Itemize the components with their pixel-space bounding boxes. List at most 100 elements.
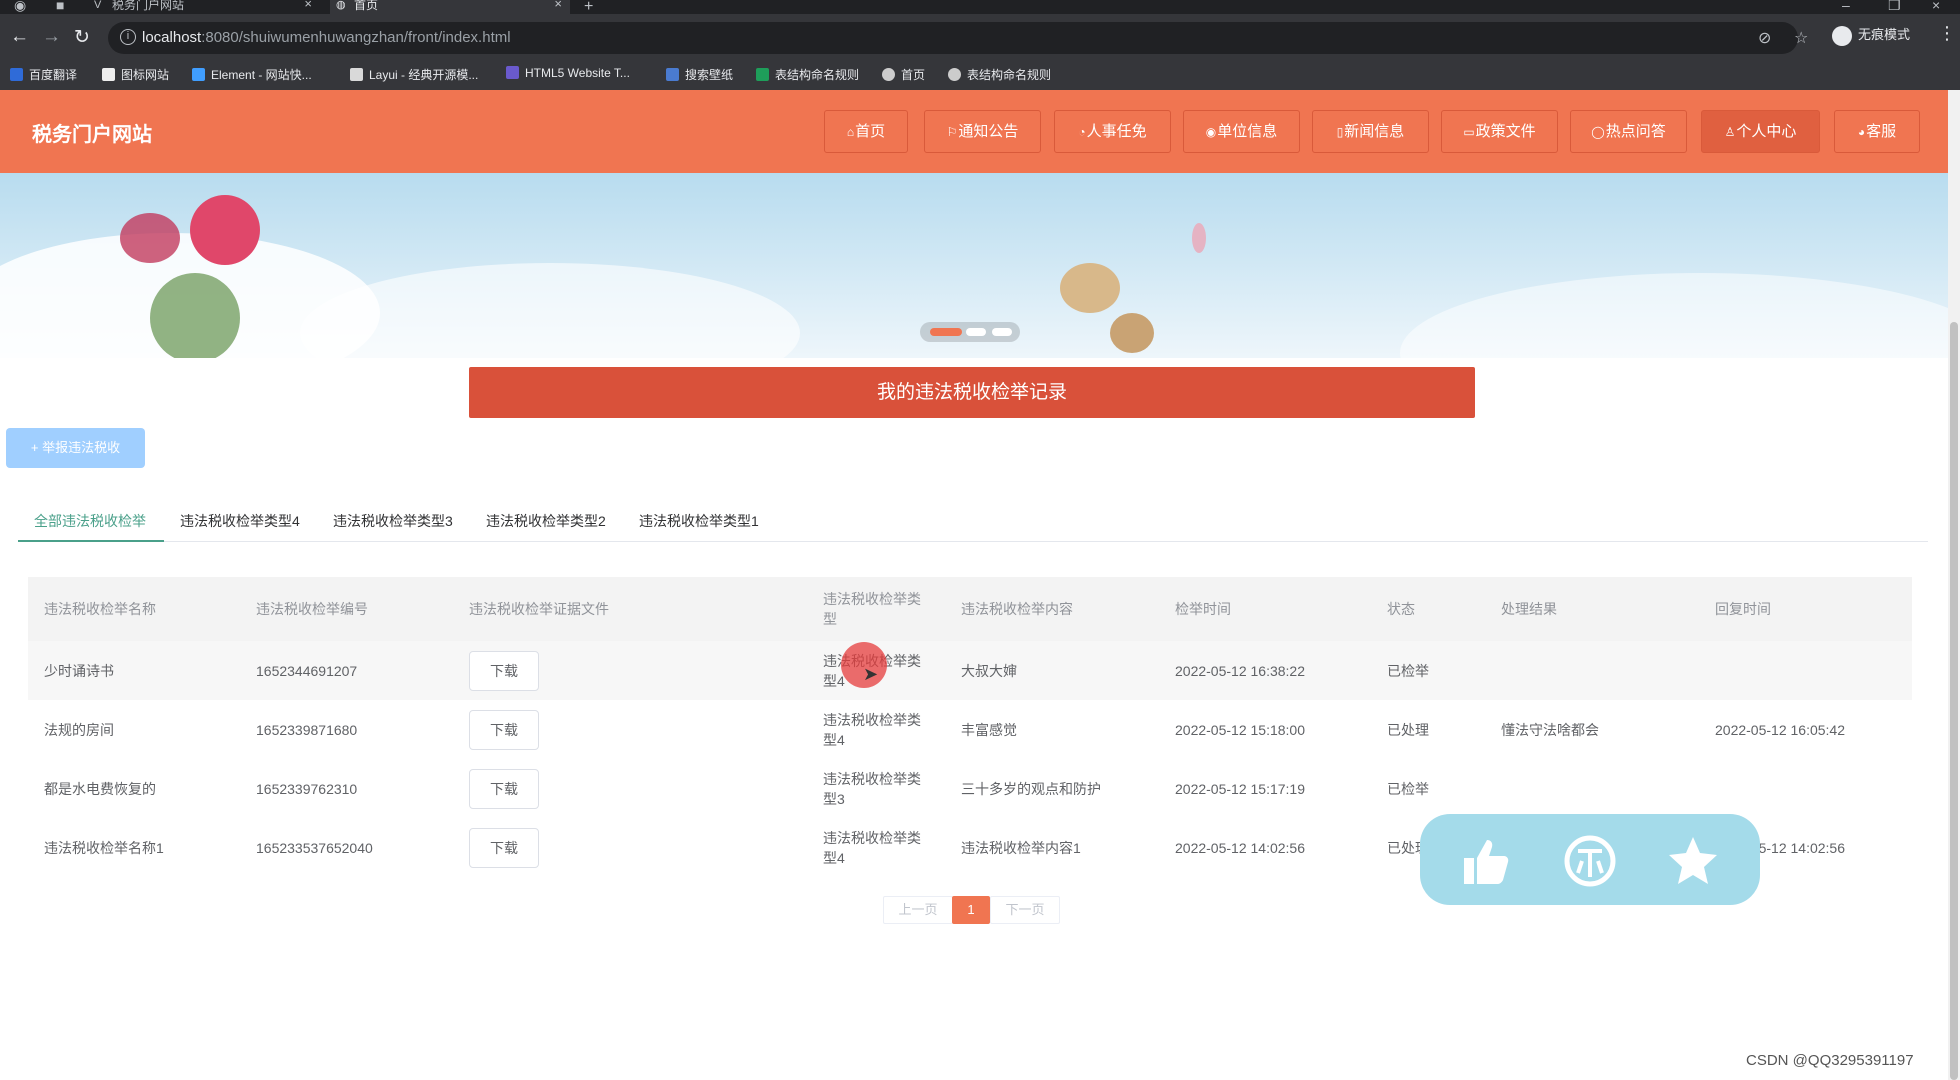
banner-cloud	[300, 263, 800, 358]
download-button[interactable]: 下载	[469, 768, 539, 809]
address-bar[interactable]: i localhost:8080/shuiwumenhuwangzhan/fro…	[108, 22, 1808, 54]
table-header: 违法税收检举名称 违法税收检举编号 违法税收检举证据文件 违法税收检举类型 违法…	[28, 577, 1912, 641]
globe-icon: ◉	[1205, 125, 1217, 139]
reply-time-cell: 2022-05-12 16:05:42	[1715, 721, 1845, 738]
number-cell: 165233537652040	[256, 839, 373, 856]
carousel-dot[interactable]	[930, 328, 962, 336]
globe-icon	[948, 68, 961, 81]
back-icon[interactable]: ←	[10, 26, 29, 48]
thumbs-up-icon[interactable]	[1458, 834, 1512, 888]
download-button[interactable]: 下载	[469, 650, 539, 691]
content-cell: 丰富感觉	[961, 721, 1017, 738]
incognito-indicator[interactable]: 无痕模式	[1832, 24, 1910, 46]
info-icon[interactable]: i	[120, 29, 136, 45]
nav-personnel[interactable]: ◔人事任免	[1054, 110, 1171, 153]
status-cell: 已检举	[1387, 662, 1429, 679]
nav-news[interactable]: ▯新闻信息	[1312, 110, 1429, 153]
tab-label: 首页	[354, 0, 379, 12]
site-header: 税务门户网站 ⌂首页 ⚐通知公告 ◔人事任免 ◉单位信息 ▯新闻信息 ▭政策文件…	[0, 90, 1948, 173]
nav-home[interactable]: ⌂首页	[824, 110, 908, 153]
incognito-icon	[1832, 25, 1852, 46]
scroll-thumb[interactable]	[1950, 322, 1958, 1080]
chrome-icon: ◉	[14, 0, 27, 13]
content-cell: 三十多岁的观点和防护	[961, 780, 1101, 797]
tab-type3[interactable]: 违法税收检举类型3	[333, 505, 453, 542]
person-icon: ♙	[1724, 125, 1736, 139]
bookmark-item[interactable]: 表结构命名规则	[756, 66, 859, 83]
bookmark-item[interactable]: Layui - 经典开源模...	[350, 66, 478, 83]
eye-off-icon[interactable]: ⊘	[1758, 28, 1771, 48]
nav-unit-info[interactable]: ◉单位信息	[1183, 110, 1300, 153]
evidence-cell: 下载	[469, 818, 539, 877]
table-row[interactable]: 法规的房间 1652339871680 下载 违法税收检举类型4 丰富感觉 20…	[28, 700, 1912, 759]
tab-type1[interactable]: 违法税收检举类型1	[639, 505, 759, 542]
nav-qa[interactable]: ◯热点问答	[1570, 110, 1687, 153]
table-row[interactable]: 都是水电费恢复的 1652339762310 下载 违法税收检举类型3 三十多岁…	[28, 759, 1912, 818]
status-cell: 已处理	[1387, 721, 1429, 738]
bookmark-item[interactable]: 搜索壁纸	[666, 66, 733, 83]
bookmark-item[interactable]: HTML5 Website T...	[506, 66, 630, 80]
floating-action-bar	[1420, 814, 1760, 905]
star-icon[interactable]	[1666, 834, 1720, 888]
carousel-dot[interactable]	[992, 328, 1012, 336]
menu-icon[interactable]: ⋮	[1938, 23, 1956, 44]
carousel-dot[interactable]	[966, 328, 986, 336]
header-cell: 违法税收检举证据文件	[469, 601, 609, 617]
number-cell: 1652344691207	[256, 662, 358, 679]
page-scrollbar[interactable]	[1948, 90, 1960, 1080]
user-icon: ◔	[1078, 125, 1086, 139]
bookmark-item[interactable]: Element - 网站快...	[192, 66, 312, 83]
browser-tab-home[interactable]: ◍ 首页 ×	[330, 0, 570, 14]
evidence-cell: 下载	[469, 641, 539, 700]
bookmark-star-icon[interactable]: ☆	[1794, 28, 1808, 48]
tab-type2[interactable]: 违法税收检举类型2	[486, 505, 606, 542]
bookmark-item[interactable]: 表结构命名规则	[948, 66, 1051, 83]
nav-service[interactable]: ◕客服	[1834, 110, 1920, 153]
bookmarks-bar: 百度翻译 图标网站 Element - 网站快... Layui - 经典开源模…	[0, 58, 1960, 90]
home-icon: ⌂	[846, 125, 855, 139]
next-page-button[interactable]: 下一页	[990, 896, 1060, 924]
watermark: CSDN @QQ3295391197	[1746, 1052, 1914, 1069]
bookmark-item[interactable]: 百度翻译	[10, 66, 77, 83]
coin-icon[interactable]	[1563, 834, 1617, 888]
download-button[interactable]: 下载	[469, 827, 539, 868]
carousel-banner[interactable]	[0, 173, 1948, 358]
close-icon[interactable]: ×	[554, 0, 562, 10]
name-cell: 少时诵诗书	[44, 662, 114, 679]
time-cell: 2022-05-12 14:02:56	[1175, 839, 1305, 856]
time-cell: 2022-05-12 15:17:19	[1175, 780, 1305, 797]
banner-flower	[120, 213, 180, 263]
close-icon[interactable]: ×	[304, 0, 312, 10]
prev-page-button[interactable]: 上一页	[883, 896, 953, 924]
header-cell: 状态	[1387, 601, 1415, 617]
globe-icon	[882, 68, 895, 81]
url-text[interactable]: localhost:8080/shuiwumenhuwangzhan/front…	[142, 29, 511, 46]
report-button[interactable]: + 举报违法税收	[6, 428, 145, 468]
header-cell: 处理结果	[1501, 601, 1557, 617]
nav-notice[interactable]: ⚐通知公告	[924, 110, 1041, 153]
tab-type4[interactable]: 违法税收检举类型4	[180, 505, 300, 542]
number-cell: 1652339762310	[256, 780, 358, 797]
type-cell: 违法税收检举类型3	[823, 770, 921, 807]
layui-icon	[350, 68, 363, 81]
page-number-button[interactable]: 1	[952, 896, 990, 924]
tab-all[interactable]: 全部违法税收检举	[18, 505, 164, 542]
minimize-icon[interactable]: –	[1842, 0, 1850, 13]
bookmark-item[interactable]: 图标网站	[102, 66, 169, 83]
flag-icon: ⚐	[946, 125, 958, 139]
header-cell: 违法税收检举编号	[256, 601, 368, 617]
site-title[interactable]: 税务门户网站	[32, 118, 152, 147]
reload-icon[interactable]: ↻	[74, 26, 90, 49]
tab-label: 税务门户网站	[112, 0, 185, 12]
section-title: 我的违法税收检举记录	[469, 367, 1475, 418]
forward-icon[interactable]: →	[42, 26, 61, 48]
download-button[interactable]: 下载	[469, 709, 539, 750]
nav-policy[interactable]: ▭政策文件	[1441, 110, 1558, 153]
browser-tab-portal[interactable]: V 税务门户网站 ×	[88, 0, 320, 14]
nav-personal-center[interactable]: ♙个人中心	[1701, 110, 1820, 153]
table-row[interactable]: 少时诵诗书 1652344691207 下载 违法税收检举类型4 大叔大婶 20…	[28, 641, 1912, 700]
bookmark-item[interactable]: 首页	[882, 66, 925, 83]
restore-icon[interactable]: ❐	[1888, 0, 1901, 14]
header-cell: 回复时间	[1715, 601, 1771, 617]
close-window-icon[interactable]: ×	[1932, 0, 1940, 13]
